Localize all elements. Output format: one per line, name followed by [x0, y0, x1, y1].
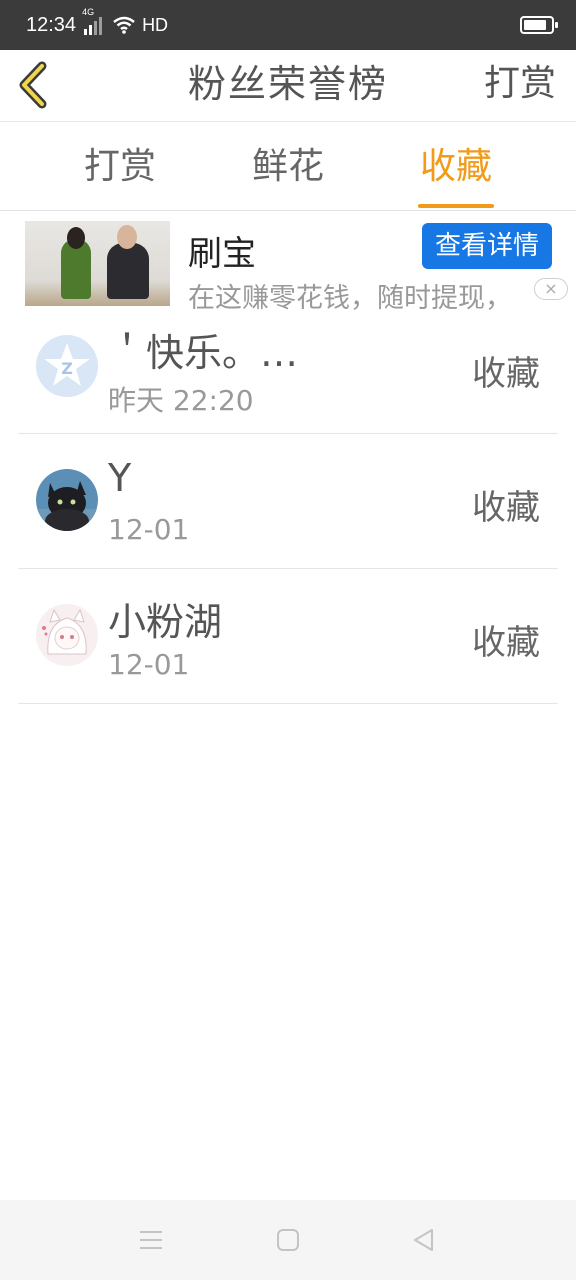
tab-bar: 打赏 鲜花 收藏	[0, 123, 576, 211]
hd-label: HD	[142, 14, 169, 35]
list-item[interactable]: Z ＇快乐。… 昨天 22:20 收藏	[18, 300, 558, 434]
network-type: 4G	[82, 7, 95, 17]
cat-avatar-icon	[36, 469, 98, 531]
qq-star-avatar-icon: Z	[36, 335, 98, 397]
ad-title: 刷宝	[188, 234, 256, 274]
fan-name: Y	[108, 456, 132, 500]
tab-flowers[interactable]: 鲜花	[204, 123, 372, 210]
battery-icon	[520, 16, 558, 34]
ad-banner[interactable]: 刷宝 在这赚零花钱，随时提现， 查看详情 ×	[0, 212, 576, 314]
tab-favorites[interactable]: 收藏	[372, 123, 540, 210]
system-nav-bar	[0, 1200, 576, 1280]
fan-action: 收藏	[472, 354, 540, 394]
wifi-icon	[113, 16, 135, 34]
fan-list: Z ＇快乐。… 昨天 22:20 收藏 Y 12-01 收藏 小粉湖 12-01…	[0, 300, 576, 704]
tab-reward[interactable]: 打赏	[36, 123, 204, 210]
home-icon[interactable]	[274, 1226, 302, 1254]
list-item[interactable]: 小粉湖 12-01 收藏	[18, 569, 558, 704]
status-bar: 12:34 4G HD	[0, 0, 576, 50]
fan-time: 昨天 22:20	[108, 384, 254, 417]
back-triangle-icon[interactable]	[410, 1226, 438, 1254]
ad-thumbnail[interactable]	[25, 221, 170, 306]
reward-button[interactable]: 打赏	[484, 50, 556, 122]
fan-time: 12-01	[108, 648, 190, 681]
view-details-button[interactable]: 查看详情	[422, 223, 552, 269]
status-time: 12:34	[26, 13, 77, 36]
fan-action: 收藏	[472, 623, 540, 663]
anime-girl-avatar-icon	[36, 604, 98, 666]
nav-bar: 粉丝荣誉榜 打赏	[0, 50, 576, 122]
ad-close-icon[interactable]: ×	[534, 278, 568, 300]
fan-action: 收藏	[472, 488, 540, 528]
signal-icon: 4G	[82, 7, 103, 35]
fan-time: 12-01	[108, 513, 190, 546]
fan-name: 小粉湖	[108, 600, 223, 644]
fan-name: ＇快乐。…	[108, 331, 299, 375]
svg-text:Z: Z	[61, 359, 73, 378]
list-item[interactable]: Y 12-01 收藏	[18, 434, 558, 569]
menu-icon[interactable]	[137, 1226, 165, 1254]
